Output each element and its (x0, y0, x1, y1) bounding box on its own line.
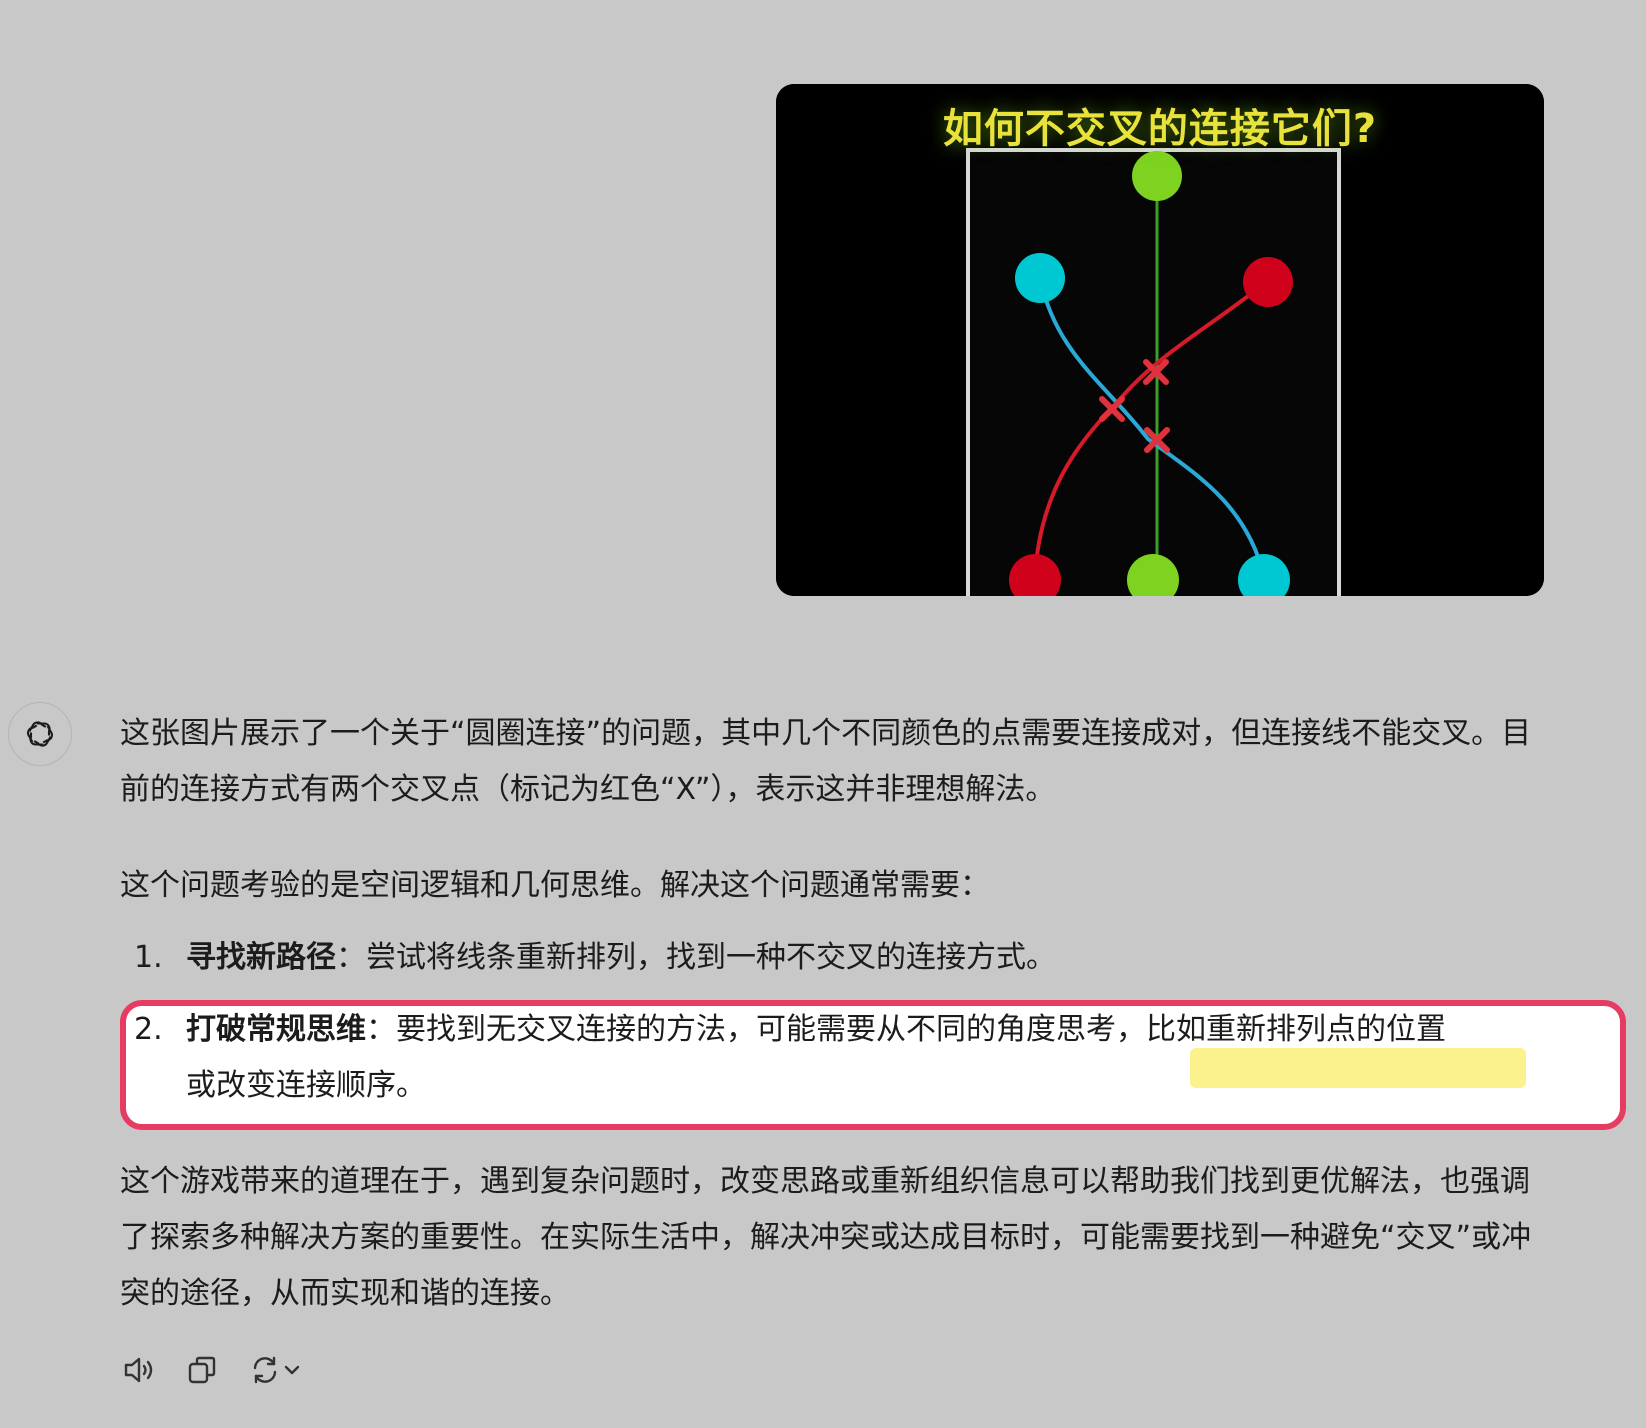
list-number: 1. (134, 940, 163, 975)
assistant-avatar (8, 702, 72, 766)
list-item: 2. 打破常规思维：要找到无交叉连接的方法，可能需要从不同的角度思考，比如重新排列… (134, 1002, 1534, 1114)
green-dot-top (1132, 151, 1182, 201)
cyan-dot-top (1015, 253, 1065, 303)
assistant-paragraph-1: 这张图片展示了一个关于“圆圈连接”的问题，其中几个不同颜色的点需要连接成对，但连… (120, 716, 1532, 807)
list-text: ：尝试将线条重新排列，找到一种不交叉的连接方式。 (336, 940, 1056, 975)
openai-logo-icon (27, 721, 53, 747)
list-text: ：要找到无交叉连接的方法，可能需要从不同的角度思考，比如重新排列点的位置 (366, 1012, 1446, 1047)
chevron-down-icon (284, 1365, 300, 1375)
read-aloud-button[interactable] (120, 1350, 160, 1390)
copy-button[interactable] (182, 1350, 222, 1390)
list-term: 寻找新路径 (186, 940, 336, 975)
assistant-paragraph-2: 这个问题考验的是空间逻辑和几何思维。解决这个问题通常需要： (120, 868, 990, 903)
red-dot-top (1243, 257, 1293, 307)
regenerate-icon (253, 1356, 277, 1384)
image-title: 如何不交叉的连接它们? (942, 106, 1378, 152)
list-term: 打破常规思维 (186, 1012, 366, 1047)
message-actions (120, 1350, 308, 1390)
uploaded-image[interactable]: 如何不交叉的连接它们? (776, 84, 1544, 596)
regenerate-button[interactable] (244, 1350, 308, 1390)
assistant-paragraph-3: 这个游戏带来的道理在于，遇到复杂问题时，改变思路或重新组织信息可以帮助我们找到更… (120, 1164, 1532, 1311)
puzzle-illustration (776, 84, 1544, 596)
chat-page: 如何不交叉的连接它们? 这张图片展示了一个关于“圆圈连接”的问题，其中几个不同颜… (0, 0, 1646, 1428)
copy-icon (188, 1356, 216, 1384)
speaker-icon (124, 1357, 153, 1383)
list-number: 2. (134, 1012, 163, 1047)
list-item: 1. 寻找新路径：尝试将线条重新排列，找到一种不交叉的连接方式。 (134, 930, 1056, 986)
list-text-continuation: 或改变连接顺序。 (186, 1068, 426, 1103)
